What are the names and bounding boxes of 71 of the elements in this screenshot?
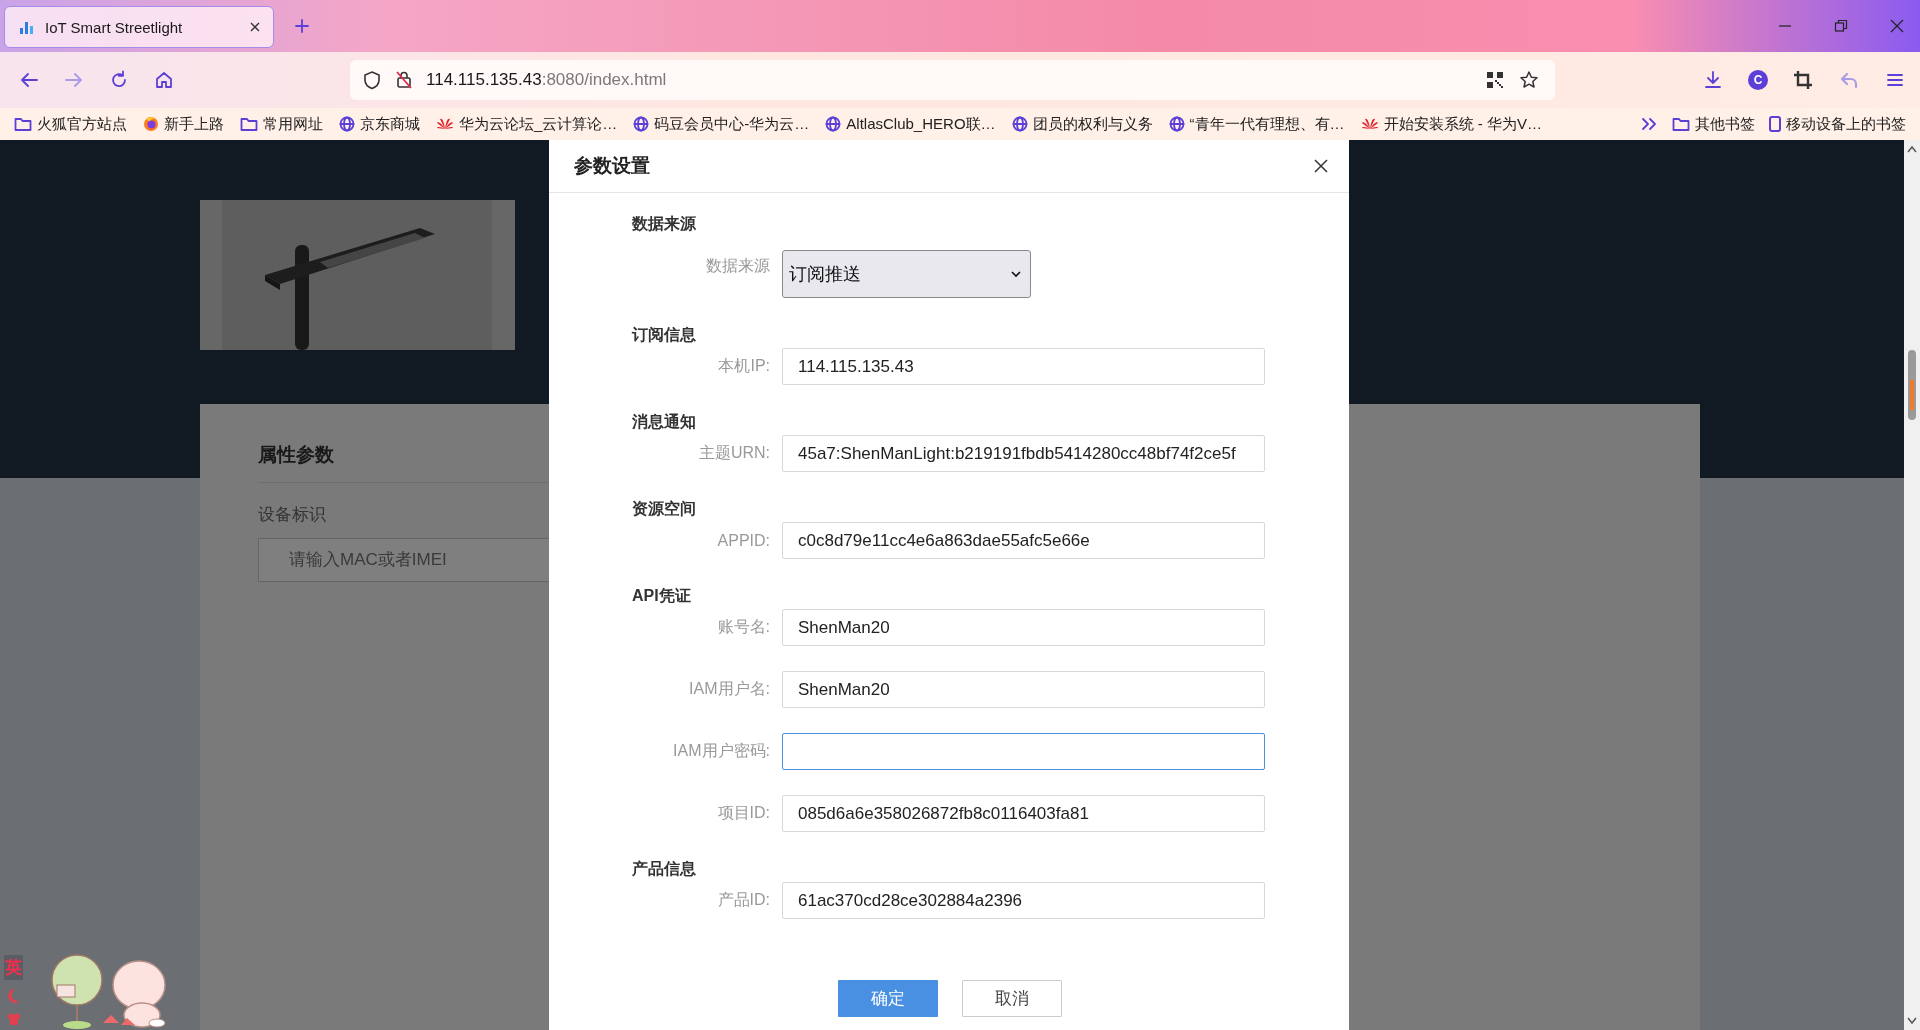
bookmark-item[interactable]: 团员的权利与义务 <box>1011 114 1153 134</box>
globe-icon <box>825 116 842 132</box>
folder-icon <box>1672 116 1690 132</box>
field-label: 主题URN: <box>697 443 770 463</box>
bookmark-item[interactable]: 火狐官方站点 <box>14 114 127 134</box>
url-text[interactable]: 114.115.135.43:8080/index.html <box>426 70 667 90</box>
field-label: 项目ID: <box>716 803 770 823</box>
crop-icon[interactable] <box>1792 69 1814 91</box>
globe-icon <box>1011 116 1028 132</box>
section-title: 订阅信息 <box>632 325 697 345</box>
input-field[interactable]: 45a7:ShenManLight:b219191fbdb5414280cc48bf74f2ce5f <box>782 435 1265 472</box>
plus-icon[interactable] <box>294 18 310 34</box>
bookmark-item[interactable]: “青年一代有理想、有… <box>1168 114 1345 134</box>
home-icon[interactable] <box>153 69 175 91</box>
cancel-button[interactable]: 取消 <box>962 980 1062 1017</box>
field-label: IAM用户名: <box>688 679 770 699</box>
extension-button[interactable]: C <box>1748 70 1768 90</box>
petal-icon <box>1360 116 1379 132</box>
address-bar[interactable]: 114.115.135.43:8080/index.html <box>350 60 1555 100</box>
input-field[interactable]: ShenMan20 <box>782 609 1265 646</box>
dropdown[interactable]: 订阅推送 <box>782 250 1031 298</box>
bookmark-item[interactable]: AltlasClub_HERO联… <box>825 114 996 134</box>
folder-icon <box>14 116 32 132</box>
section-title: 资源空间 <box>632 499 697 519</box>
close-icon[interactable] <box>249 21 261 33</box>
section-title: 消息通知 <box>632 412 697 432</box>
browser-tab[interactable]: IoT Smart Streetlight <box>4 6 274 48</box>
restore-icon[interactable] <box>1834 19 1848 33</box>
globe-icon <box>339 116 355 132</box>
bookmark-item[interactable]: 华为云论坛_云计算论… <box>436 114 618 134</box>
field-label: 产品ID: <box>716 890 770 910</box>
download-icon[interactable] <box>1702 69 1724 91</box>
field-label: 数据来源 <box>705 256 770 276</box>
input-field[interactable]: 61ac370cd28ce302884a2396 <box>782 882 1265 919</box>
dialog-title: 参数设置 <box>574 154 650 178</box>
input-field[interactable]: 085d6a6e358026872fb8c0116403fa81 <box>782 795 1265 832</box>
input-field[interactable]: ShenMan20 <box>782 671 1265 708</box>
chevron-double-icon[interactable] <box>1640 116 1658 132</box>
qr-code-icon[interactable] <box>1485 70 1505 90</box>
bookmark-item[interactable]: 京东商城 <box>339 114 420 134</box>
bookmark-item[interactable]: 移动设备上的书签 <box>1769 114 1906 134</box>
insecure-lock-icon <box>394 70 414 90</box>
close-icon[interactable] <box>1313 158 1329 174</box>
field-label: IAM用户密码: <box>672 741 770 761</box>
field-label: 本机IP: <box>717 356 770 376</box>
chevron-down-icon <box>1010 268 1022 280</box>
petal-icon <box>436 116 454 132</box>
bookmark-item[interactable]: 开始安装系统 - 华为V… <box>1360 114 1542 134</box>
bookmark-item[interactable]: 新手上路 <box>143 114 224 134</box>
field-label: 设备标识 <box>258 504 326 526</box>
tab-title: IoT Smart Streetlight <box>45 18 184 36</box>
input-field[interactable]: 114.115.135.43 <box>782 348 1265 385</box>
globe-flame-icon <box>143 116 159 132</box>
field-label: 账号名: <box>716 617 770 637</box>
folder-icon <box>240 116 258 132</box>
input-field[interactable] <box>782 733 1265 770</box>
globe-icon <box>633 116 650 132</box>
section-title: 产品信息 <box>632 859 697 879</box>
section-title: API凭证 <box>632 586 692 606</box>
input-field[interactable]: c0c8d79e11cc4e6a863dae55afc5e66e <box>782 522 1265 559</box>
shield-icon <box>362 70 382 90</box>
field-label: APPID: <box>716 531 770 550</box>
globe-icon <box>1168 116 1185 132</box>
bookmark-item[interactable]: 常用网址 <box>240 114 323 134</box>
bookmark-item[interactable]: 其他书签 <box>1672 114 1755 134</box>
phone-icon <box>1769 116 1781 132</box>
section-title: 数据来源 <box>632 214 697 234</box>
bookmark-item[interactable]: 码豆会员中心-华为云… <box>633 114 810 134</box>
bar-chart-icon <box>19 19 35 35</box>
star-icon[interactable] <box>1519 70 1539 90</box>
scrollbar[interactable] <box>1904 140 1920 1030</box>
